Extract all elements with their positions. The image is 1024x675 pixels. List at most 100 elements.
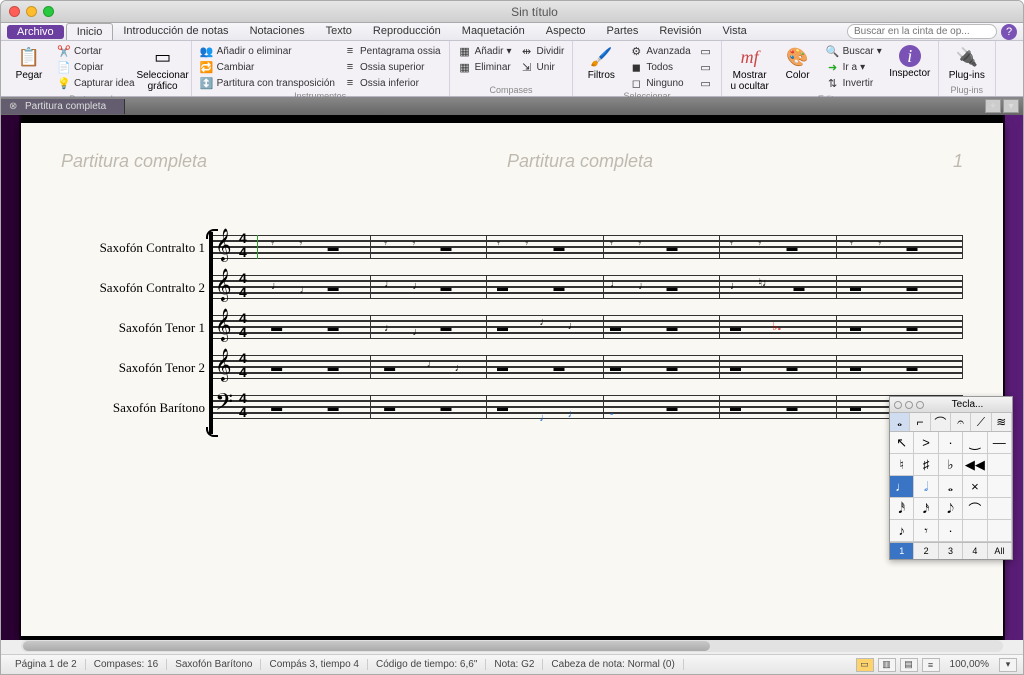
- voice-tab[interactable]: 1: [890, 543, 914, 559]
- keypad-button[interactable]: 𝄾: [914, 520, 938, 542]
- view-mode-button[interactable]: ≡: [922, 658, 940, 672]
- file-menu[interactable]: Archivo: [7, 25, 64, 39]
- keypad-button[interactable]: [988, 520, 1012, 542]
- keypad-button[interactable]: 𝅘𝅥𝅯: [914, 498, 938, 520]
- filters-button[interactable]: 🖌️ Filtros: [579, 43, 623, 83]
- view-mode-button[interactable]: ▥: [878, 658, 896, 672]
- tab-revision[interactable]: Revisión: [649, 23, 712, 40]
- minimize-icon[interactable]: [905, 401, 913, 409]
- keypad-button[interactable]: ⌒: [963, 498, 987, 520]
- find-button[interactable]: 🔍Buscar ▾: [824, 43, 884, 59]
- flip-button[interactable]: ⇅Invertir: [824, 75, 884, 91]
- score-page[interactable]: Partitura completa Partitura completa 1 …: [21, 123, 1003, 636]
- tab-notaciones[interactable]: Notaciones: [240, 23, 316, 40]
- split-bar-button[interactable]: ⇹Dividir: [518, 43, 567, 59]
- keypad-button[interactable]: [988, 498, 1012, 520]
- voice-tab[interactable]: 3: [939, 543, 963, 559]
- tab-menu-button[interactable]: ▾: [1003, 99, 1019, 113]
- tab-reproduccion[interactable]: Reproducción: [363, 23, 452, 40]
- staff[interactable]: 𝄞 44 𝄾𝄾▬ 𝄾𝄾▬ 𝄾𝄾▬ 𝄾𝄾▬ 𝄾𝄾▬ 𝄾𝄾▬: [211, 232, 963, 264]
- keypad-button[interactable]: ♪: [890, 520, 914, 542]
- voice-tab[interactable]: All: [988, 543, 1012, 559]
- zoom-window-button[interactable]: [43, 6, 54, 17]
- staff[interactable]: 𝄞 44 ▬▬ ▬♩♩ ▬▬ ▬▬ ▬▬ ▬▬: [211, 352, 963, 384]
- keypad-button[interactable]: ♭: [939, 454, 963, 476]
- tab-maquetacion[interactable]: Maquetación: [452, 23, 536, 40]
- keypad-button[interactable]: ·: [939, 432, 963, 454]
- keypad-button[interactable]: ·: [939, 520, 963, 542]
- keypad-button[interactable]: >: [914, 432, 938, 454]
- keypad-layout-tab[interactable]: 𝅝: [890, 413, 910, 431]
- zoom-menu-button[interactable]: ▾: [999, 658, 1017, 672]
- staff[interactable]: 𝄢 44 ▬▬ ▬▬ ▬♩♩ 𝅗▬ ▬▬ ▬▬: [211, 392, 963, 424]
- close-icon[interactable]: [894, 401, 902, 409]
- minimize-window-button[interactable]: [26, 6, 37, 17]
- inspector-button[interactable]: i Inspector: [888, 43, 932, 81]
- keypad-button[interactable]: ♮: [890, 454, 914, 476]
- select-misc-1[interactable]: ▭: [697, 43, 715, 59]
- tab-aspecto[interactable]: Aspecto: [536, 23, 597, 40]
- delete-bars-button[interactable]: ▦Eliminar: [456, 59, 514, 75]
- keypad-layout-tab[interactable]: ⌐: [910, 413, 930, 431]
- keypad-button[interactable]: ◀◀: [963, 454, 987, 476]
- help-icon[interactable]: ?: [1001, 24, 1017, 40]
- keypad-button[interactable]: 𝅘𝅥𝅮: [939, 498, 963, 520]
- tab-partes[interactable]: Partes: [597, 23, 650, 40]
- status-page[interactable]: Página 1 de 2: [7, 659, 86, 670]
- doc-tab-full-score[interactable]: ⊗ Partitura completa: [1, 99, 125, 114]
- keypad-button[interactable]: [988, 454, 1012, 476]
- copy-button[interactable]: 📄Copiar: [55, 59, 137, 75]
- scrollbar-thumb[interactable]: [23, 641, 710, 651]
- change-instrument-button[interactable]: 🔁Cambiar: [198, 59, 337, 75]
- select-all-button[interactable]: ◼Todos: [627, 59, 692, 75]
- select-graphic-button[interactable]: ▭ Seleccionar gráfico: [141, 43, 185, 94]
- keypad-layout-tab[interactable]: 𝄐: [951, 413, 971, 431]
- capture-idea-button[interactable]: 💡Capturar idea: [55, 75, 137, 91]
- keypad-button[interactable]: [963, 520, 987, 542]
- plugins-button[interactable]: 🔌 Plug-ins: [945, 43, 989, 83]
- advanced-select-button[interactable]: ⚙Avanzada: [627, 43, 692, 59]
- zoom-label[interactable]: 100,00%: [944, 659, 995, 670]
- keypad-button[interactable]: ×: [963, 476, 987, 498]
- select-none-button[interactable]: ◻Ninguno: [627, 75, 692, 91]
- ossia-above-button[interactable]: ≡Ossia superior: [341, 59, 443, 75]
- tab-vista[interactable]: Vista: [713, 23, 758, 40]
- view-mode-button[interactable]: ▤: [900, 658, 918, 672]
- color-button[interactable]: 🎨 Color: [776, 43, 820, 83]
- transposing-score-button[interactable]: ↕️Partitura con transposición: [198, 75, 337, 91]
- select-misc-3[interactable]: ▭: [697, 75, 715, 91]
- keypad-button[interactable]: ‿: [963, 432, 987, 454]
- keypad-button[interactable]: 𝅝: [939, 476, 963, 498]
- keypad-layout-tab[interactable]: ⟋: [971, 413, 991, 431]
- add-remove-instrument-button[interactable]: 👥Añadir o eliminar: [198, 43, 337, 59]
- ossia-below-button[interactable]: ≡Ossia inferior: [341, 75, 443, 91]
- keypad-button[interactable]: 𝅘𝅥𝅰: [890, 498, 914, 520]
- keypad-button-quarter[interactable]: ♩: [890, 476, 914, 498]
- keypad-layout-tab[interactable]: ⌒: [931, 413, 951, 431]
- tab-texto[interactable]: Texto: [316, 23, 363, 40]
- view-mode-button[interactable]: ▭: [856, 658, 874, 672]
- paste-button[interactable]: 📋 Pegar: [7, 43, 51, 83]
- zoom-icon[interactable]: [916, 401, 924, 409]
- cut-button[interactable]: ✂️Cortar: [55, 43, 137, 59]
- horizontal-scrollbar[interactable]: [21, 640, 1003, 652]
- keypad-button[interactable]: ↖: [890, 432, 914, 454]
- staff[interactable]: 𝄞 44 ♩♩▬ ♩♩▬ ▬▬ ♩♩▬ ♩♮♩▬ ▬▬: [211, 272, 963, 304]
- staff[interactable]: 𝄞 44 ▬▬ ♩♩▬ ▬♩♩ ▬▬ ▬♭𝅗 ▬▬: [211, 312, 963, 344]
- ribbon-search-input[interactable]: [847, 24, 997, 39]
- add-bars-button[interactable]: ▦Añadir ▾: [456, 43, 514, 59]
- tab-inicio[interactable]: Inicio: [66, 23, 114, 40]
- join-bar-button[interactable]: ⇲Unir: [518, 59, 567, 75]
- keypad-button[interactable]: —: [988, 432, 1012, 454]
- keypad-button[interactable]: 𝅗𝅥: [914, 476, 938, 498]
- keypad-panel[interactable]: Tecla... 𝅝 ⌐ ⌒ 𝄐 ⟋ ≋ ↖ > · ‿ — ♮ ♯ ♭ ◀◀: [889, 396, 1013, 560]
- goto-button[interactable]: ➜Ir a ▾: [824, 59, 884, 75]
- show-hide-button[interactable]: mf Mostrar u ocultar: [728, 43, 772, 94]
- new-tab-button[interactable]: +: [985, 99, 1001, 113]
- voice-tab[interactable]: 2: [914, 543, 938, 559]
- voice-tab[interactable]: 4: [963, 543, 987, 559]
- keypad-titlebar[interactable]: Tecla...: [890, 397, 1012, 413]
- ossia-staff-button[interactable]: ≡Pentagrama ossia: [341, 43, 443, 59]
- close-tab-icon[interactable]: ⊗: [9, 101, 19, 111]
- close-window-button[interactable]: [9, 6, 20, 17]
